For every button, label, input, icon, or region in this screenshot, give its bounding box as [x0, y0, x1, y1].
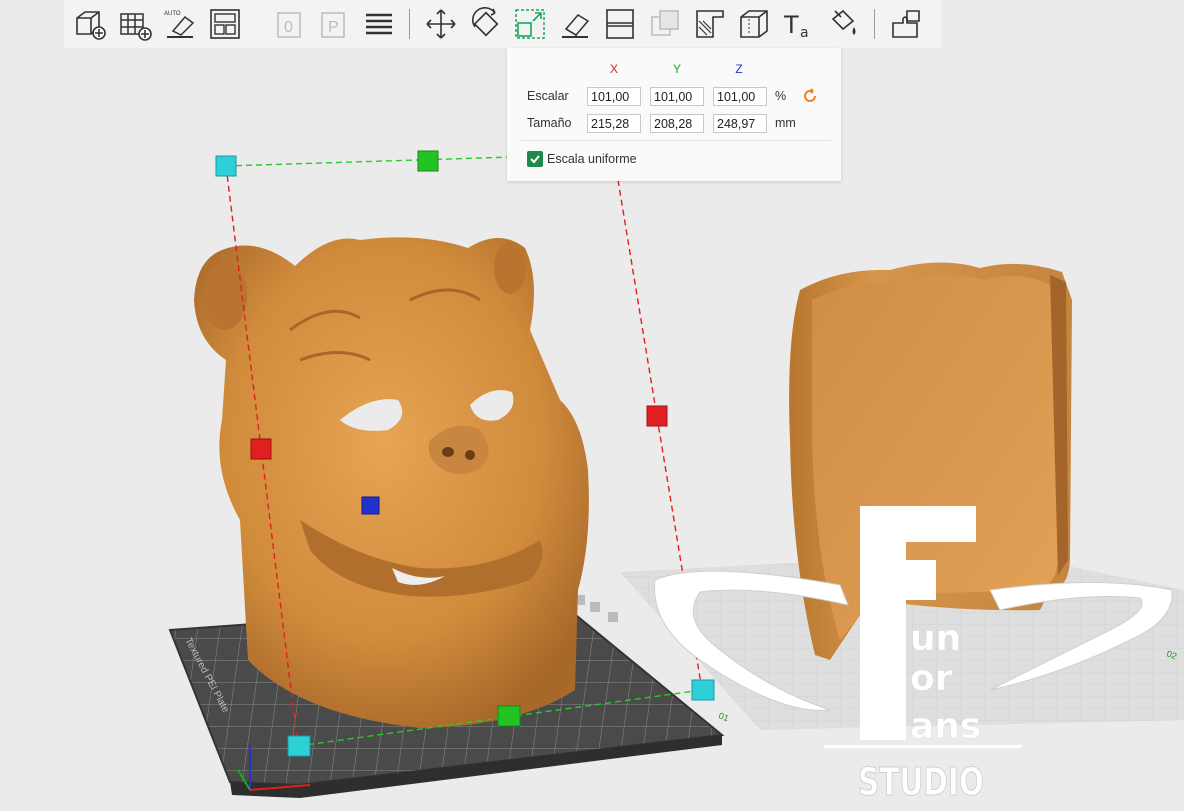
scale-z-input[interactable]	[713, 87, 767, 106]
add-object-button[interactable]	[70, 4, 110, 44]
z-handle	[361, 496, 380, 515]
corner-handle-top-left	[215, 155, 237, 177]
uniform-scale-label[interactable]: Escala uniforme	[547, 152, 637, 166]
cut-icon	[606, 9, 634, 39]
split-objects-button[interactable]: 0	[270, 4, 310, 44]
arrange-button[interactable]	[205, 4, 245, 44]
color-paint-icon	[831, 9, 856, 35]
size-y-input[interactable]	[650, 114, 704, 133]
toolbar-separator	[874, 9, 876, 39]
x-handle-right	[646, 405, 668, 427]
split-objects-icon: 0	[276, 12, 301, 38]
main-toolbar: AUTO 0 P Ta	[64, 0, 942, 48]
text-emboss-icon: Ta	[783, 11, 809, 41]
size-x-input[interactable]	[587, 114, 641, 133]
add-plate-icon	[120, 13, 152, 41]
logo-text-un: un	[910, 618, 961, 659]
y-handle-top	[417, 150, 439, 172]
logo-text-studio: STUDIO	[858, 760, 984, 804]
toolbar-separator	[409, 9, 411, 39]
scale-icon	[515, 9, 546, 39]
split-parts-icon: P	[321, 12, 346, 38]
svg-text:P: P	[328, 19, 339, 36]
move-icon	[426, 9, 456, 39]
scale-button[interactable]	[510, 4, 550, 44]
auto-orient-icon: AUTO	[164, 11, 195, 38]
axis-x-label: X	[609, 62, 618, 76]
reset-icon[interactable]	[802, 88, 818, 104]
scale-unit: %	[775, 89, 787, 103]
svg-text:T: T	[783, 11, 799, 39]
bear-mask-model[interactable]	[194, 237, 589, 729]
layers-icon	[366, 13, 393, 35]
corner-handle-bottom-right	[691, 679, 715, 701]
axis-y-label: Y	[672, 62, 681, 76]
scale-x-input[interactable]	[587, 87, 641, 106]
scale-label: Escalar	[527, 89, 569, 103]
seam-paint-button[interactable]	[734, 4, 774, 44]
logo-text-ans: ans	[910, 706, 981, 747]
svg-text:a: a	[800, 25, 809, 41]
panel-divider	[521, 140, 831, 141]
corner-handle-bottom-left	[287, 735, 311, 757]
size-z-input[interactable]	[713, 114, 767, 133]
axis-z-label: Z	[735, 62, 743, 76]
rotate-icon	[471, 7, 499, 37]
assembly-icon	[891, 10, 920, 38]
support-paint-icon	[695, 10, 724, 38]
logo-letter-f: F	[0, 0, 1, 1]
split-parts-button[interactable]: P	[314, 4, 354, 44]
plate-number: 01	[717, 710, 730, 723]
cut-button[interactable]	[600, 4, 640, 44]
add-object-icon	[76, 11, 107, 40]
y-handle-bottom	[497, 705, 521, 727]
size-label: Tamaño	[527, 116, 572, 130]
scale-panel: X Y Z Escalar % Tamaño mm Escala uniform…	[507, 48, 841, 181]
auto-orient-button[interactable]: AUTO	[160, 4, 200, 44]
svg-text:0: 0	[284, 19, 293, 36]
rotate-button[interactable]	[466, 4, 506, 44]
uniform-scale-checkbox[interactable]	[527, 151, 543, 167]
add-plate-button[interactable]	[115, 4, 155, 44]
layers-button[interactable]	[359, 4, 399, 44]
checkmark-icon	[530, 155, 540, 164]
move-button[interactable]	[421, 4, 461, 44]
arrange-icon	[209, 9, 240, 39]
text-emboss-button[interactable]: Ta	[779, 4, 819, 44]
lay-on-face-button[interactable]	[555, 4, 595, 44]
boolean-button[interactable]	[645, 4, 685, 44]
support-paint-button[interactable]	[690, 4, 730, 44]
color-paint-button[interactable]	[824, 4, 864, 44]
assembly-button[interactable]	[886, 4, 926, 44]
boolean-icon	[651, 10, 679, 36]
svg-text:AUTO: AUTO	[164, 11, 181, 17]
seam-paint-icon	[740, 10, 769, 38]
x-handle-left	[250, 438, 272, 460]
logo-text-or: or	[910, 658, 953, 699]
toolbar-separator	[255, 9, 259, 39]
scale-y-input[interactable]	[650, 87, 704, 106]
size-unit: mm	[775, 116, 796, 130]
lay-on-face-icon	[562, 14, 590, 38]
